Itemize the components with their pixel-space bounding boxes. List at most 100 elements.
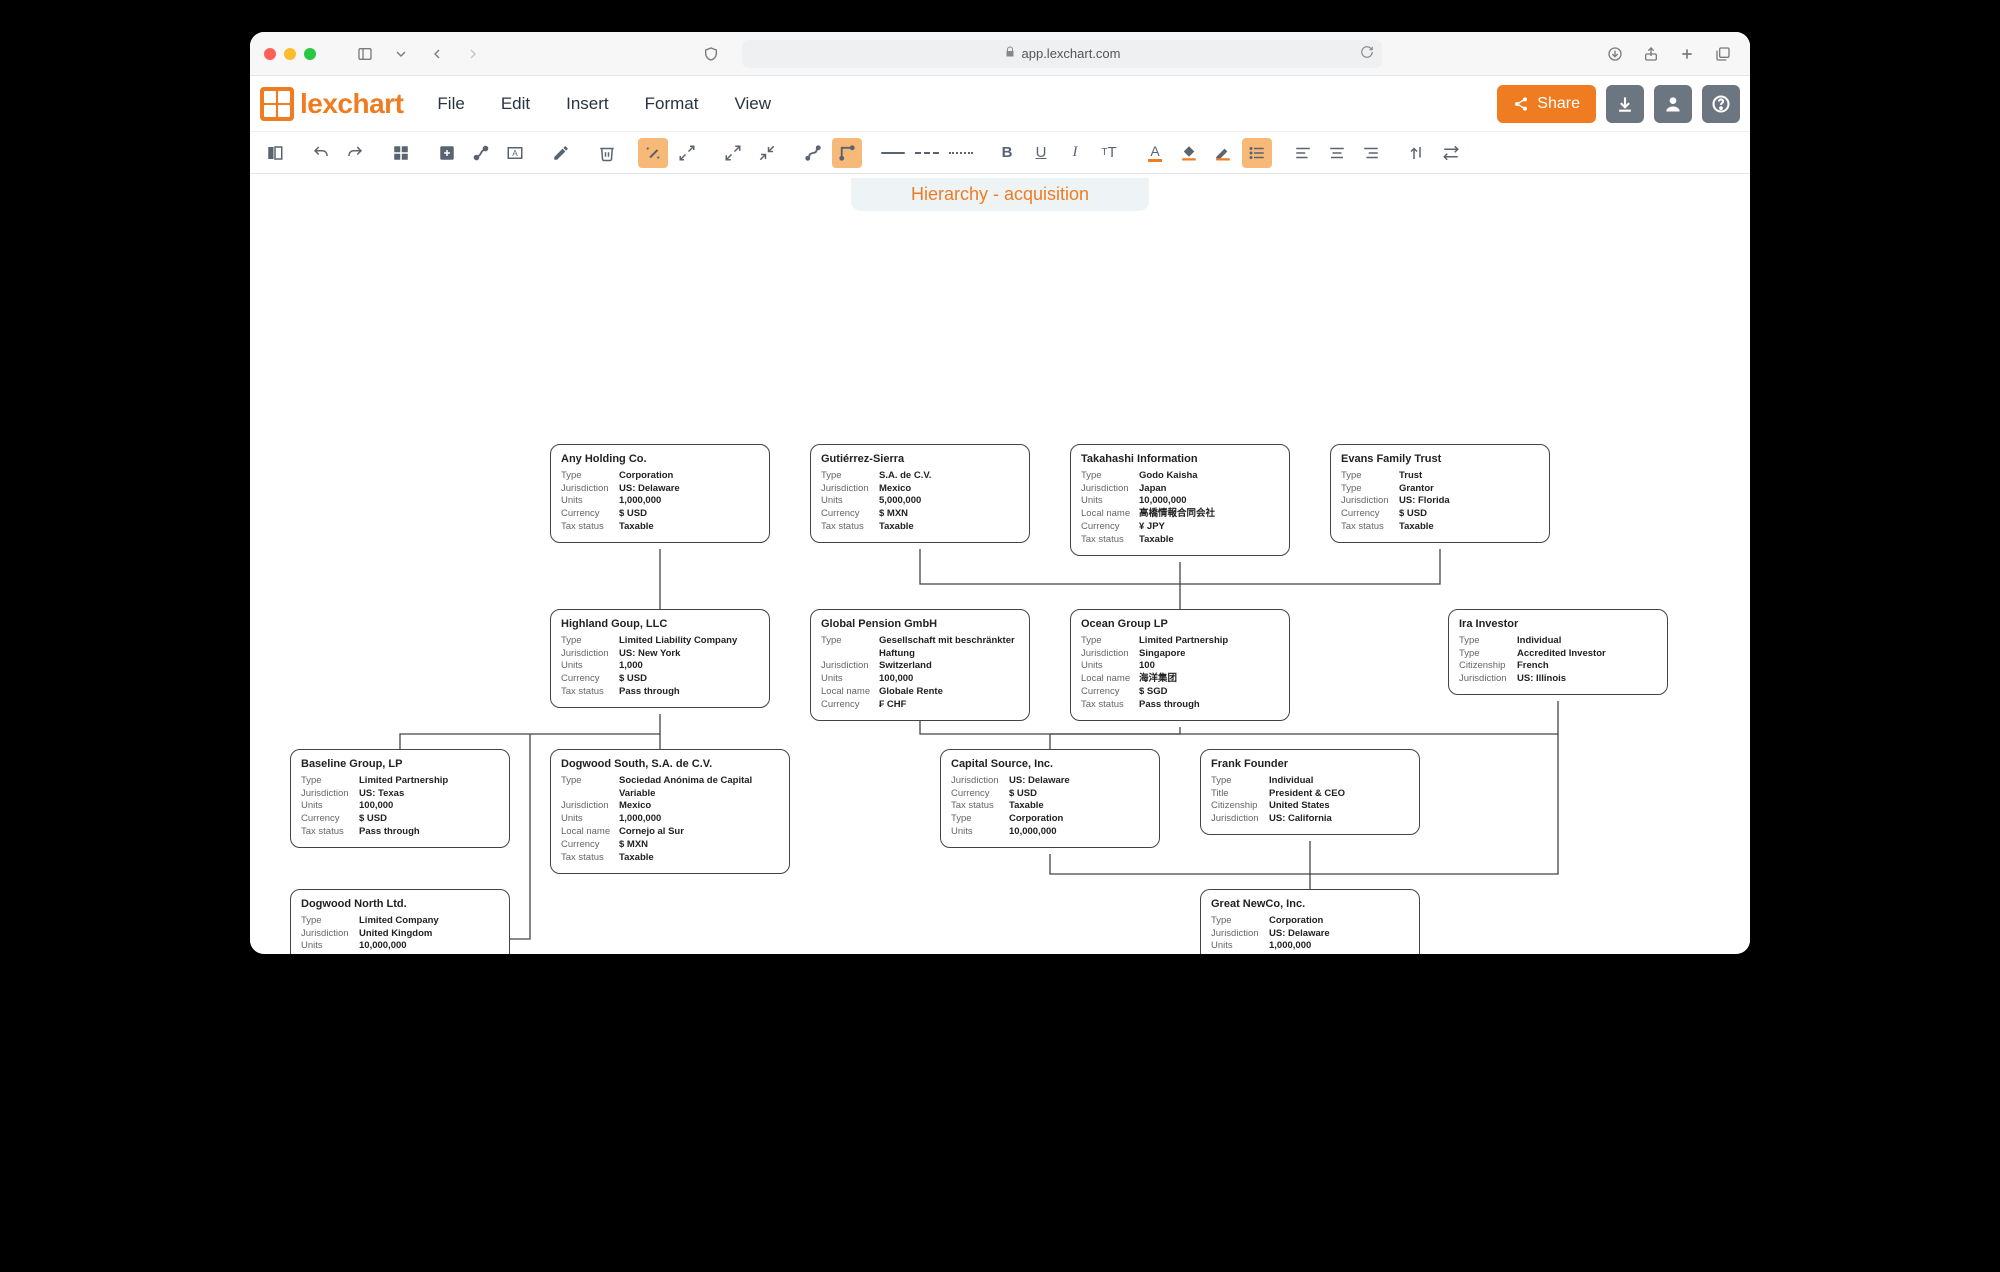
align-left-icon[interactable] (1288, 138, 1318, 168)
node-field: Currency$ SGD (1081, 686, 1279, 699)
node-field: JurisdictionUS: New York (561, 648, 759, 661)
node-field: JurisdictionUS: Texas (301, 788, 499, 801)
curve-connector-icon[interactable] (798, 138, 828, 168)
menu-insert[interactable]: Insert (560, 90, 615, 118)
italic-icon[interactable]: I (1060, 138, 1090, 168)
node-title: Highland Goup, LLC (561, 617, 759, 632)
node-title: Ira Investor (1459, 617, 1657, 632)
download-button[interactable] (1606, 85, 1644, 123)
node-field: TypeLimited Partnership (301, 775, 499, 788)
node-field: Units10,000,000 (951, 826, 1149, 839)
minimize-icon[interactable] (284, 48, 296, 60)
node-any-holding[interactable]: Any Holding Co.TypeCorporationJurisdicti… (550, 444, 770, 543)
text-box-icon[interactable]: A (500, 138, 530, 168)
line-dotted-icon[interactable] (946, 138, 976, 168)
elbow-connector-icon[interactable] (832, 138, 862, 168)
node-field: TypeIndividual (1459, 635, 1657, 648)
node-evans[interactable]: Evans Family TrustTypeTrustTypeGrantorJu… (1330, 444, 1550, 543)
redo-icon[interactable] (340, 138, 370, 168)
reload-icon[interactable] (1360, 45, 1374, 62)
node-field: Currency$ MXN (561, 839, 779, 852)
line-solid-icon[interactable] (878, 138, 908, 168)
node-field: Units1,000,000 (1211, 940, 1409, 953)
trash-icon[interactable] (592, 138, 622, 168)
node-field: TypeLimited Company (301, 915, 499, 928)
node-field: Local name海洋集团 (1081, 673, 1279, 686)
node-field: Units100 (1081, 660, 1279, 673)
chevron-down-icon[interactable] (388, 43, 414, 65)
menu-view[interactable]: View (728, 90, 777, 118)
node-global-pension[interactable]: Global Pension GmbHTypeGesellschaft mit … (810, 609, 1030, 721)
node-capital-source[interactable]: Capital Source, Inc.JurisdictionUS: Dela… (940, 749, 1160, 848)
node-ira[interactable]: Ira Investor TypeIndividualTypeAccredited… (1448, 609, 1668, 695)
address-bar[interactable]: app.lexchart.com (742, 40, 1382, 68)
node-field: Units1,000,000 (561, 813, 779, 826)
arrange-up-icon[interactable] (1402, 138, 1432, 168)
node-frank[interactable]: Frank FounderTypeIndividualTitlePresiden… (1200, 749, 1420, 835)
node-field: TypeLimited Liability Company (561, 635, 759, 648)
connector-icon[interactable] (466, 138, 496, 168)
magic-wand-icon[interactable] (638, 138, 668, 168)
node-baseline[interactable]: Baseline Group, LPTypeLimited Partnershi… (290, 749, 510, 848)
underline-icon[interactable]: U (1026, 138, 1056, 168)
canvas[interactable]: Hierarchy - acquisition Any Holding Co.T… (250, 174, 1750, 954)
add-icon[interactable] (432, 138, 462, 168)
expand-icon[interactable] (718, 138, 748, 168)
node-field: Units100,000 (301, 800, 499, 813)
border-color-icon[interactable] (1208, 138, 1238, 168)
node-field: Local nameCornejo al Sur (561, 826, 779, 839)
account-button[interactable] (1654, 85, 1692, 123)
shield-icon[interactable] (698, 43, 724, 65)
undo-icon[interactable] (306, 138, 336, 168)
toolbar: A B U I TT A (250, 132, 1750, 174)
text-color-icon[interactable]: A (1140, 138, 1170, 168)
node-dogwood-south[interactable]: Dogwood South, S.A. de C.V.TypeSociedad … (550, 749, 790, 874)
node-field: Tax statusTaxable (821, 521, 1019, 534)
line-dashed-icon[interactable] (912, 138, 942, 168)
node-field: Currency$ USD (1211, 953, 1409, 954)
node-field: TypeLimited Partnership (1081, 635, 1279, 648)
grid-icon[interactable] (386, 138, 416, 168)
sidebar-icon[interactable] (352, 43, 378, 65)
fill-color-icon[interactable] (1174, 138, 1204, 168)
share-label: Share (1537, 95, 1580, 113)
new-tab-icon[interactable] (1674, 43, 1700, 65)
back-icon[interactable] (424, 43, 450, 65)
menu-file[interactable]: File (431, 90, 470, 118)
align-right-icon[interactable] (1356, 138, 1386, 168)
menu-format[interactable]: Format (639, 90, 705, 118)
titlebar: app.lexchart.com (250, 32, 1750, 76)
align-center-icon[interactable] (1322, 138, 1352, 168)
tabs-icon[interactable] (1710, 43, 1736, 65)
close-icon[interactable] (264, 48, 276, 60)
url-text: app.lexchart.com (1022, 46, 1121, 61)
node-highland[interactable]: Highland Goup, LLC TypeLimited Liability … (550, 609, 770, 708)
swap-icon[interactable] (1436, 138, 1466, 168)
share-system-icon[interactable] (1638, 43, 1664, 65)
logo[interactable]: lexchart (260, 87, 403, 121)
node-great-newco[interactable]: Great NewCo, Inc.TypeCorporationJurisdic… (1200, 889, 1420, 954)
list-icon[interactable] (1242, 138, 1272, 168)
node-field: TypeSociedad Anónima de Capital Variable (561, 775, 779, 801)
node-gutierrez[interactable]: Gutiérrez-SierraTypeS.A. de C.V.Jurisdic… (810, 444, 1030, 543)
maximize-icon[interactable] (304, 48, 316, 60)
auto-layout-icon[interactable] (672, 138, 702, 168)
node-title: Dogwood North Ltd. (301, 897, 499, 912)
node-field: TypeAccredited Investor (1459, 648, 1657, 661)
node-takahashi[interactable]: Takahashi InformationTypeGodo KaishaJuri… (1070, 444, 1290, 556)
download-icon[interactable] (1602, 43, 1628, 65)
node-dogwood-north[interactable]: Dogwood North Ltd.TypeLimited CompanyJur… (290, 889, 510, 954)
logo-icon (260, 87, 294, 121)
collapse-icon[interactable] (752, 138, 782, 168)
pencil-icon[interactable] (546, 138, 576, 168)
forward-icon[interactable] (460, 43, 486, 65)
node-field: Tax statusTaxable (561, 852, 779, 865)
bold-icon[interactable]: B (992, 138, 1022, 168)
help-button[interactable] (1702, 85, 1740, 123)
panel-toggle-icon[interactable] (260, 138, 290, 168)
node-ocean[interactable]: Ocean Group LPTypeLimited PartnershipJur… (1070, 609, 1290, 721)
node-field: Tax statusPass through (1081, 699, 1279, 712)
share-button[interactable]: Share (1497, 85, 1596, 123)
text-size-icon[interactable]: TT (1094, 138, 1124, 168)
menu-edit[interactable]: Edit (495, 90, 536, 118)
